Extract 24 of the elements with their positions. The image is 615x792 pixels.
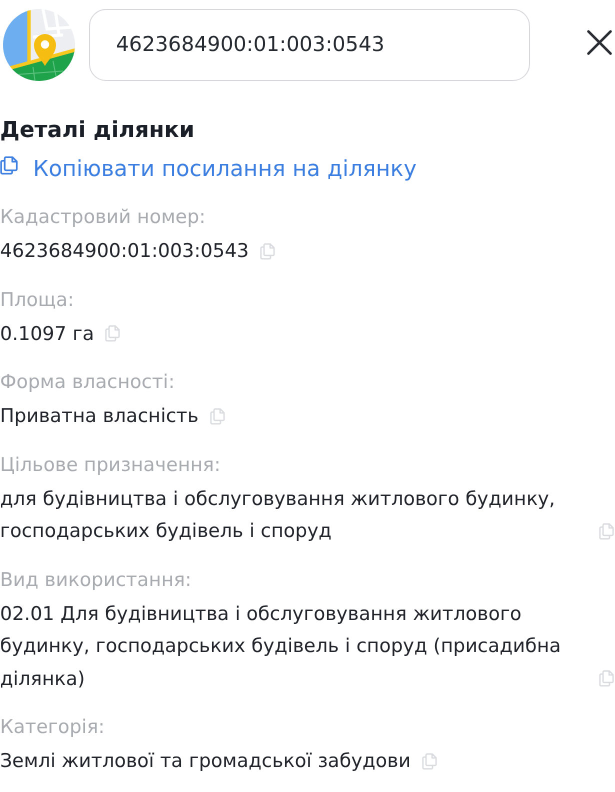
close-icon bbox=[587, 30, 612, 54]
copy-icon[interactable] bbox=[105, 325, 120, 342]
copy-link[interactable]: Копіювати посилання на ділянку bbox=[0, 151, 417, 187]
copy-icon[interactable] bbox=[599, 670, 614, 687]
field-value: Землі житлової та громадської забудови bbox=[0, 749, 411, 774]
search-field[interactable]: 4623684900:01:003:0543 bbox=[89, 8, 530, 80]
field-value: Приватна власність bbox=[0, 404, 199, 429]
field-label: Кадастровий номер: bbox=[0, 205, 207, 230]
field-label: Вид використання: bbox=[0, 568, 192, 592]
field-label: Форма власності: bbox=[0, 370, 176, 395]
field-value: 4623684900:01:003:0543 bbox=[0, 239, 249, 264]
field-label: Цільове призначення: bbox=[0, 452, 222, 478]
copy-icon[interactable] bbox=[422, 752, 437, 770]
field-label: Площа: bbox=[0, 288, 75, 312]
copy-icon[interactable] bbox=[210, 408, 225, 424]
copy-icon[interactable] bbox=[260, 242, 275, 260]
close-button[interactable] bbox=[587, 30, 612, 54]
copy-icon[interactable] bbox=[599, 522, 614, 540]
field-value: 02.01 Для будівництва і обслуговування житлового будинку, господарських будівель і споруд (присадибна ділянка) bbox=[0, 602, 562, 692]
field-value: 0.1097 га bbox=[0, 322, 94, 346]
field-label: Категорія: bbox=[0, 715, 106, 740]
field-value: для будівництва і обслуговування житлового будинку, господарських будівель і споруд bbox=[0, 486, 556, 544]
copy-icon bbox=[0, 156, 18, 175]
section-title: Деталі ділянки bbox=[0, 117, 196, 145]
